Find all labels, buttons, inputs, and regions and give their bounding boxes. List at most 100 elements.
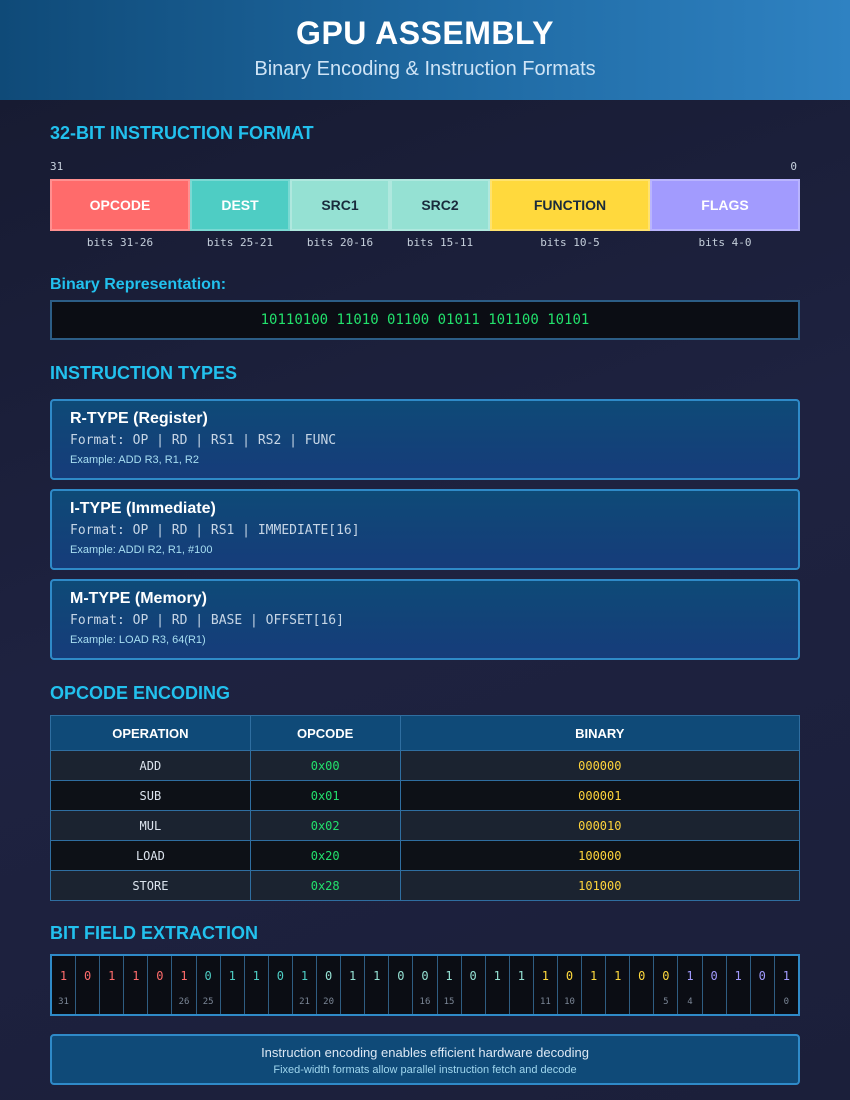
bit-value: 1: [252, 969, 260, 983]
field-range-flags: bits 4-0: [698, 236, 752, 249]
cell-opcode: 0x20: [249, 840, 401, 871]
field-src2: SRC2: [390, 179, 490, 231]
cell-binary: 100000: [399, 840, 801, 871]
table-row: LOAD 0x20 100000: [50, 840, 801, 871]
cell-opcode: 0x01: [249, 780, 401, 811]
opcode-table: OPERATION OPCODE BINARY ADD 0x00 000000 …: [50, 715, 801, 901]
m-type-example: Example: LOAD R3, 64(R1): [70, 634, 206, 646]
bit-cell: 0: [630, 956, 655, 1014]
field-range-dest: bits 25-21: [206, 236, 274, 249]
field-bit-ranges: bits 31-26 bits 25-21 bits 20-16 bits 15…: [50, 236, 800, 249]
bit-cell: 0 25: [197, 956, 221, 1014]
r-type-title: R-TYPE (Register): [70, 410, 208, 427]
bit-value: 0: [324, 969, 333, 983]
m-type-title: M-TYPE (Memory): [70, 590, 207, 607]
i-type-example: Example: ADDI R2, R1, #100: [70, 544, 213, 556]
field-flags: FLAGS: [650, 179, 800, 231]
bit-index-label: 15: [443, 997, 455, 1007]
bit-value: 0: [276, 969, 284, 983]
bit-value: 1: [445, 969, 453, 983]
table-row: SUB 0x01 000001: [50, 780, 801, 811]
r-type-example: Example: ADD R3, R1, R2: [70, 454, 199, 466]
bit-value: 1: [132, 969, 140, 983]
bit-value: 0: [565, 969, 574, 983]
footer-sub-text: Fixed-width formats allow parallel instr…: [273, 1064, 577, 1076]
binary-label: Binary Representation:: [50, 276, 227, 293]
bit-value: 0: [84, 969, 92, 983]
table-row: MUL 0x02 000010: [50, 810, 801, 841]
bit-index-label: 16: [419, 997, 431, 1007]
bit-value: 1: [734, 969, 742, 983]
cell-binary: 000000: [399, 750, 801, 781]
bit-cell: 0 10: [558, 956, 583, 1014]
bit-value: 0: [156, 969, 164, 983]
bit-cell: 1: [100, 956, 125, 1014]
i-type-format: Format: OP | RD | RS1 | IMMEDIATE[16]: [70, 523, 360, 538]
binary-representation: 10110100 11010 01100 01011 101100 10101: [50, 300, 800, 340]
bit-cell: 1 21: [293, 956, 318, 1014]
cell-operation: SUB: [50, 780, 251, 811]
bit-value: 1: [541, 969, 550, 983]
bit-cell: 1 11: [534, 956, 558, 1014]
table-row: STORE 0x28 101000: [50, 870, 801, 901]
bit-index-label: 31: [58, 997, 69, 1007]
bit-cell: 0: [76, 956, 101, 1014]
instruction-format-fields: OPCODE DEST SRC1 SRC2 FUNCTION FLAGS: [50, 179, 800, 231]
bit-cell: 0: [148, 956, 173, 1014]
bit-value: 0: [204, 969, 212, 983]
m-type-format: Format: OP | RD | BASE | OFFSET[16]: [70, 613, 344, 628]
bit-value: 1: [782, 969, 790, 983]
bit-value: 1: [614, 969, 622, 983]
bit-value: 1: [589, 969, 598, 983]
cell-operation: MUL: [50, 810, 251, 841]
bit-cell: 0: [269, 956, 293, 1014]
bit-cell: 0: [389, 956, 414, 1014]
bit-cell: 1 31: [52, 956, 77, 1014]
bit-value: 1: [517, 969, 525, 983]
field-src1: SRC1: [290, 179, 390, 231]
bit-value: 1: [59, 969, 68, 983]
bit-value: 0: [758, 969, 766, 983]
bit-cell: 05: [654, 956, 679, 1014]
bit-index-label: 4: [687, 997, 693, 1007]
bit-low-label: 0: [790, 160, 797, 173]
bit-index-label: 26: [178, 997, 190, 1007]
bit-cell: 0: [703, 956, 727, 1014]
bit-value: 0: [710, 969, 718, 983]
bit-cell: 1: [341, 956, 366, 1014]
bit-cell: 0 20: [317, 956, 342, 1014]
col-operation: OPERATION: [50, 715, 251, 751]
field-dest: DEST: [190, 179, 290, 231]
bit-value: 0: [469, 969, 477, 983]
field-range-src1: bits 20-16: [306, 236, 374, 249]
cell-binary: 000001: [399, 780, 801, 811]
cell-opcode: 0x02: [249, 810, 401, 841]
field-function: FUNCTION: [490, 179, 650, 231]
cell-opcode: 0x00: [249, 750, 401, 781]
bit-cell: 1: [221, 956, 245, 1014]
bit-index-label: 20: [323, 997, 334, 1007]
field-range-opcode: bits 31-26: [86, 236, 154, 249]
footer-note: Instruction encoding enables efficient h…: [50, 1034, 800, 1085]
cell-opcode: 0x28: [249, 870, 401, 901]
bit-value: 1: [180, 969, 188, 983]
bit-cell: 1: [245, 956, 269, 1014]
cell-operation: STORE: [50, 870, 251, 901]
bit-cell: 1: [124, 956, 149, 1014]
bit-value: 1: [108, 969, 116, 983]
bit-field-grid: 1 31 0 1 1 0 1 26 0 25 1 1 0 1 21 0 20 1 1 0 0 16 1 15 0 1 1 1 11 0 10…: [50, 954, 800, 1016]
field-opcode: OPCODE: [50, 179, 190, 231]
field-range-function: bits 10-5: [540, 236, 600, 249]
bit-cell: 1: [510, 956, 534, 1014]
bit-value: 1: [493, 969, 501, 983]
bit-value: 0: [397, 969, 405, 983]
bit-cell: 1 15: [438, 956, 462, 1014]
bit-index-label: 21: [299, 997, 310, 1007]
format-section-title: 32-BIT INSTRUCTION FORMAT: [50, 123, 314, 143]
bit-cell: 1: [582, 956, 607, 1014]
bit-cell: 0: [751, 956, 775, 1014]
page-header: GPU ASSEMBLY Binary Encoding & Instructi…: [0, 0, 850, 100]
footer-main-text: Instruction encoding enables efficient h…: [261, 1045, 589, 1060]
r-type-card: R-TYPE (Register) Format: OP | RD | RS1 …: [50, 399, 800, 480]
bit-value: 0: [421, 969, 429, 983]
